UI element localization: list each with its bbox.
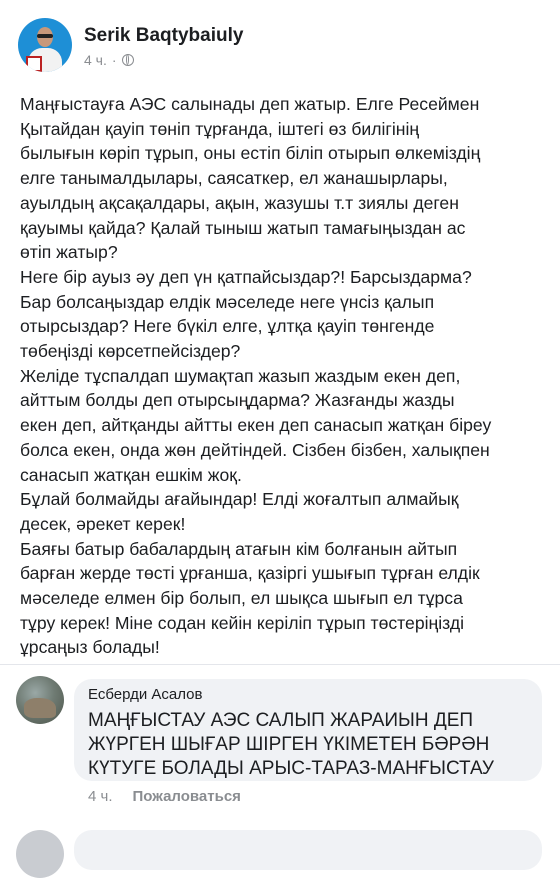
post-header: Serik Baqtybaiuly 4 ч. · [18,18,538,74]
meta-separator: · [111,52,117,68]
comment-bubble: Есберди Асалов МАҢҒЫСТАУ АЭС САЛЫП ЖАРАИ… [74,679,542,781]
comment-actions: 4 ч. Пожаловаться [88,788,241,805]
post-meta: 4 ч. · [84,52,134,68]
comment-time[interactable]: 4 ч. [88,788,113,805]
post-body: Маңғыстауға АЭС салынады деп жатыр. Елге… [20,94,492,658]
author-name[interactable]: Serik Baqtybaiuly [84,25,243,47]
divider [0,664,560,665]
globe-icon[interactable] [121,54,134,66]
next-commenter-avatar[interactable] [16,830,64,878]
author-avatar[interactable] [18,18,72,72]
commenter-name[interactable]: Есберди Асалов [88,686,202,703]
next-comment-bubble [74,830,542,870]
report-button[interactable]: Пожаловаться [133,788,241,805]
commenter-avatar[interactable] [16,676,64,724]
post-time[interactable]: 4 ч. [84,52,107,68]
comment-text: МАҢҒЫСТАУ АЭС САЛЫП ЖАРАИЫН ДЕП ЖҮРГЕН Ш… [88,710,494,779]
